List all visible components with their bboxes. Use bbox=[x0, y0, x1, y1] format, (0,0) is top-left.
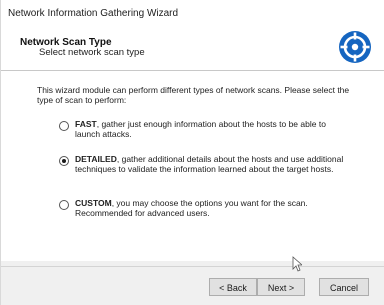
option-detailed-name: DETAILED bbox=[75, 154, 117, 164]
option-fast-label: FAST, gather just enough information abo… bbox=[75, 119, 351, 139]
intro-text: This wizard module can perform different… bbox=[37, 85, 350, 105]
crosshair-target-icon bbox=[339, 31, 371, 63]
option-fast-name: FAST bbox=[75, 119, 97, 129]
cancel-button[interactable]: Cancel bbox=[319, 278, 369, 296]
page-subtitle: Select network scan type bbox=[39, 47, 145, 58]
option-custom-name: CUSTOM bbox=[75, 198, 112, 208]
wizard-window: Network Information Gathering Wizard Net… bbox=[0, 0, 384, 305]
option-fast-description: , gather just enough information about t… bbox=[75, 119, 326, 139]
radio-detailed[interactable] bbox=[59, 156, 69, 166]
wizard-header: Network Scan Type Select network scan ty… bbox=[1, 26, 384, 71]
wizard-content: This wizard module can perform different… bbox=[1, 71, 384, 261]
back-button[interactable]: < Back bbox=[209, 278, 257, 296]
mouse-cursor-icon bbox=[292, 256, 302, 272]
footer-divider bbox=[1, 266, 384, 267]
option-custom-label: CUSTOM, you may choose the options you w… bbox=[75, 198, 351, 218]
next-button[interactable]: Next > bbox=[257, 278, 305, 296]
title-bar: Network Information Gathering Wizard bbox=[1, 0, 384, 26]
option-detailed-label: DETAILED, gather additional details abou… bbox=[75, 154, 351, 174]
radio-fast[interactable] bbox=[59, 121, 69, 131]
radio-custom[interactable] bbox=[59, 200, 69, 210]
window-title: Network Information Gathering Wizard bbox=[8, 8, 179, 19]
